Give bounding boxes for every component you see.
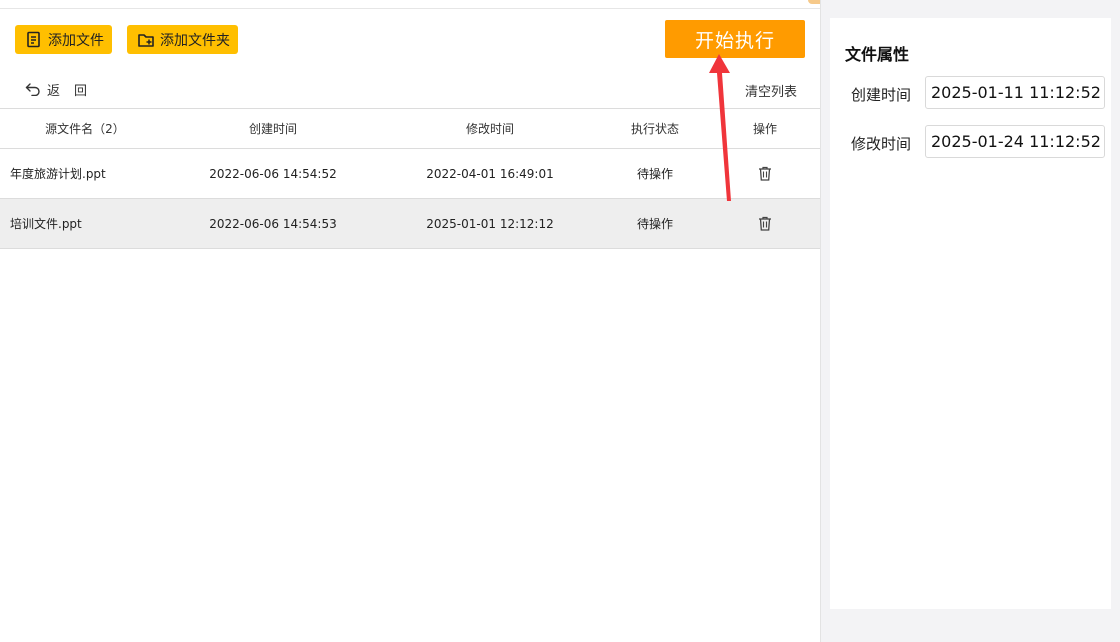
add-folder-label: 添加文件夹: [160, 32, 230, 49]
delete-button[interactable]: [725, 149, 805, 198]
row-filename: 年度旅游计划.ppt: [10, 167, 106, 181]
add-file-label: 添加文件: [48, 32, 104, 49]
add-file-button[interactable]: 添加文件: [15, 25, 112, 54]
header-created: 创建时间: [248, 122, 297, 136]
header-modified: 修改时间: [465, 122, 514, 136]
header-action: 操作: [752, 122, 777, 136]
start-execute-button[interactable]: 开始执行: [665, 20, 805, 58]
row-modified: 2022-04-01 16:49:01: [426, 166, 554, 181]
header-name: 源文件名（2）: [45, 122, 125, 136]
row-status: 待操作: [636, 217, 673, 231]
properties-sidebar: 文件属性 创建时间 2025-01-11 11:12:52 修改时间 2025-…: [821, 0, 1120, 642]
back-button[interactable]: 返回: [25, 80, 102, 99]
file-add-icon: [27, 31, 40, 47]
folder-add-icon: [138, 33, 154, 47]
trash-icon: [759, 166, 771, 181]
undo-arrow-icon: [25, 83, 40, 96]
row-filename: 培训文件.ppt: [10, 217, 82, 231]
row-modified: 2025-01-01 12:12:12: [426, 216, 554, 231]
row-status: 待操作: [636, 167, 673, 181]
created-time-input[interactable]: 2025-01-11 11:12:52: [925, 76, 1105, 109]
row-created: 2022-06-06 14:54:53: [209, 216, 337, 231]
properties-title: 文件属性: [845, 45, 910, 64]
file-table: 源文件名（2） 创建时间 修改时间 执行状态 操作 年度旅游计划.ppt 202…: [0, 108, 820, 249]
created-time-label: 创建时间: [851, 86, 912, 104]
modified-time-input[interactable]: 2025-01-24 11:12:52: [925, 125, 1105, 158]
trash-icon: [759, 216, 771, 231]
main-area: 添加文件 添加文件夹 开始执行 返回 清空列表 源文件名（2） 创建时间 修改时…: [0, 0, 820, 642]
table-row[interactable]: 培训文件.ppt 2022-06-06 14:54:53 2025-01-01 …: [0, 199, 820, 249]
modified-time-label: 修改时间: [851, 135, 912, 153]
delete-button[interactable]: [725, 199, 805, 248]
add-folder-button[interactable]: 添加文件夹: [127, 25, 238, 54]
table-row[interactable]: 年度旅游计划.ppt 2022-06-06 14:54:52 2022-04-0…: [0, 149, 820, 199]
header-status: 执行状态: [630, 122, 679, 136]
table-header: 源文件名（2） 创建时间 修改时间 执行状态 操作: [0, 108, 820, 149]
properties-panel: 文件属性 创建时间 2025-01-11 11:12:52 修改时间 2025-…: [830, 18, 1111, 609]
back-label: 返回: [47, 83, 102, 99]
clear-list-button[interactable]: 清空列表: [745, 81, 797, 100]
row-created: 2022-06-06 14:54:52: [209, 166, 337, 181]
